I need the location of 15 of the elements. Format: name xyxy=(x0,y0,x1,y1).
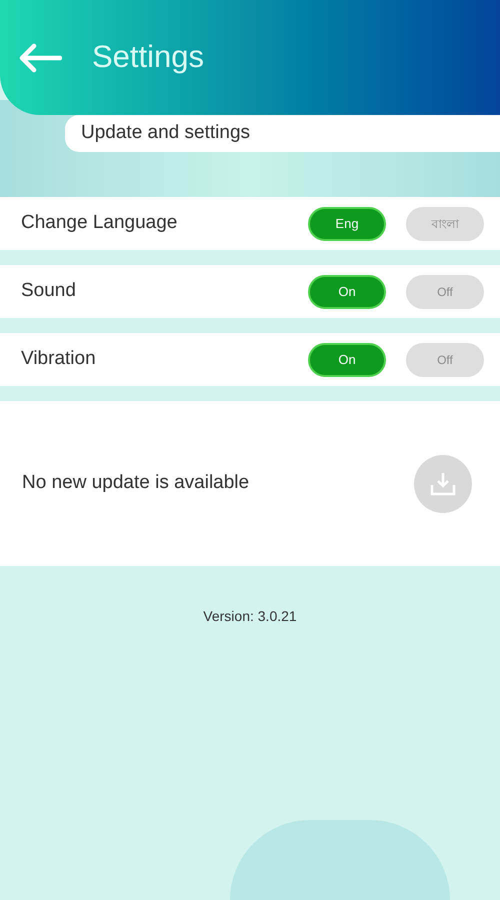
option-button[interactable]: Eng xyxy=(308,206,386,240)
option-button[interactable]: বাংলা xyxy=(406,206,484,240)
option-button[interactable]: Off xyxy=(406,274,484,308)
setting-label: Sound xyxy=(21,279,76,304)
section-title: Update and settings xyxy=(65,115,500,152)
option-button[interactable]: On xyxy=(308,342,386,376)
setting-label: Change Language xyxy=(21,211,178,236)
back-arrow-icon[interactable] xyxy=(18,42,62,72)
option-button[interactable]: On xyxy=(308,274,386,308)
option-button[interactable]: Off xyxy=(406,342,484,376)
setting-label: Vibration xyxy=(21,347,96,372)
update-message: No new update is available xyxy=(22,471,250,496)
page-title: Settings xyxy=(92,38,204,76)
version-label: Version: 3.0.21 xyxy=(202,607,298,626)
download-icon xyxy=(430,470,456,496)
